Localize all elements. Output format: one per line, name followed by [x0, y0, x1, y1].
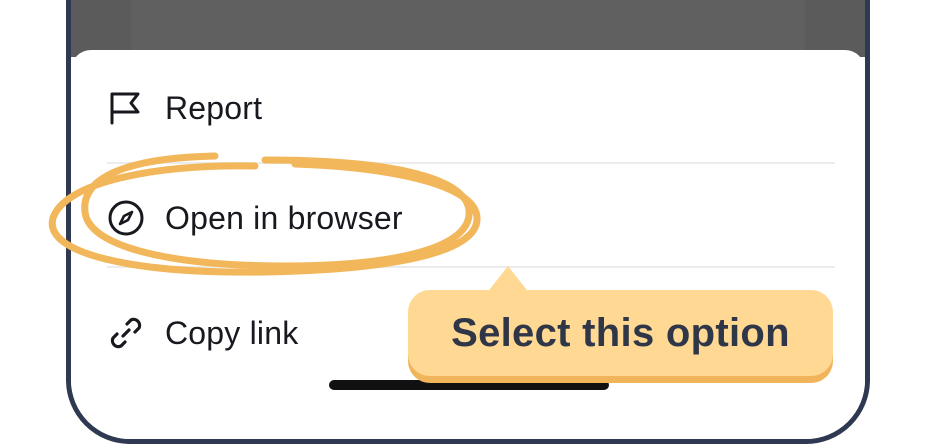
dimmed-backdrop[interactable]	[71, 0, 865, 57]
screen: Report Open in browser Copy link Select …	[0, 0, 936, 447]
compass-icon	[107, 198, 147, 238]
menu-item-label: Open in browser	[165, 199, 403, 236]
menu-item-label: Report	[165, 89, 263, 126]
menu-item-open-in-browser[interactable]: Open in browser	[107, 193, 403, 243]
tooltip-text: Select this option	[451, 310, 790, 355]
menu-item-copy-link[interactable]: Copy link	[107, 308, 298, 358]
flag-icon	[107, 88, 147, 128]
tooltip: Select this option	[408, 266, 833, 382]
menu-item-report[interactable]: Report	[107, 83, 262, 133]
divider	[107, 266, 835, 268]
link-icon	[107, 313, 147, 353]
divider	[107, 162, 835, 164]
action-sheet: Report Open in browser Copy link	[71, 50, 865, 439]
menu-item-label: Copy link	[165, 314, 299, 351]
tooltip-body: Select this option	[408, 290, 833, 376]
